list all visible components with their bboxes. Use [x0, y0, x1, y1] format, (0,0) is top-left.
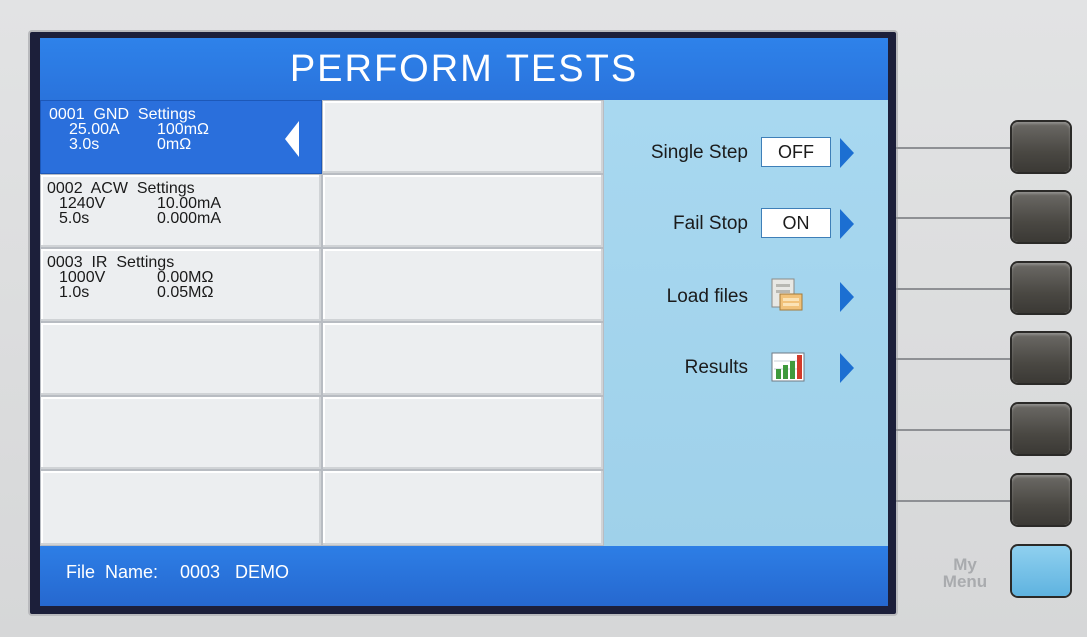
soft-key-3-button[interactable]: [1012, 263, 1070, 313]
soft-key-4-button[interactable]: [1012, 333, 1070, 383]
soft-key-guide-line: [896, 147, 1014, 149]
fail-stop-value: ON: [761, 208, 831, 238]
selection-arrow-icon: [285, 121, 299, 157]
soft-key-guide-line: [896, 500, 1014, 502]
fail-stop-label: Fail Stop: [673, 213, 748, 234]
my-menu-label-line-2: Menu: [942, 572, 988, 591]
step-value-offset: 0.000mA: [157, 210, 222, 227]
step-value-offset: 0mΩ: [157, 136, 192, 153]
step-cell-0001[interactable]: 0001 GND Settings 25.00A 100mΩ 3.0s 0mΩ: [40, 100, 322, 174]
single-step-option[interactable]: Single Step OFF: [604, 130, 888, 180]
soft-key-2-button[interactable]: [1012, 192, 1070, 242]
step-cell-empty[interactable]: [40, 396, 322, 470]
soft-key-1-button[interactable]: [1012, 122, 1070, 172]
step-value-time: 1.0s: [59, 284, 90, 301]
my-menu-label: My Menu: [935, 556, 995, 590]
step-value-offset: 0.05MΩ: [157, 284, 214, 301]
my-menu-label-line-1: My: [953, 555, 977, 574]
load-files-arrow-icon: [840, 282, 854, 312]
file-cabinet-icon: [768, 276, 808, 316]
fail-stop-arrow-icon: [840, 209, 854, 239]
step-value-time: 3.0s: [69, 136, 100, 153]
soft-key-guide-line: [896, 429, 1014, 431]
step-cell-empty[interactable]: [322, 100, 604, 174]
single-step-label: Single Step: [650, 142, 748, 163]
soft-key-guide-line: [896, 358, 1014, 360]
step-cell-empty[interactable]: [322, 322, 604, 396]
step-cell-empty[interactable]: [40, 470, 322, 546]
load-files-option[interactable]: Load files: [604, 274, 888, 324]
display-screen: PERFORM TESTS 0001 GND Settings 25.00A 1…: [40, 38, 888, 606]
single-step-value: OFF: [761, 137, 831, 167]
my-menu-button[interactable]: [1012, 546, 1070, 596]
results-arrow-icon: [840, 353, 854, 383]
bar-chart-icon: [768, 347, 808, 387]
file-name-label: File Name:: [66, 562, 159, 582]
results-label: Results: [684, 357, 748, 378]
soft-key-menu: Single Step OFF Fail Stop ON Load files: [604, 100, 888, 546]
file-name-value: 0003 DEMO: [180, 562, 290, 582]
step-cell-0002[interactable]: 0002 ACW Settings 1240V 10.00mA 5.0s 0.0…: [40, 174, 322, 248]
results-option[interactable]: Results: [604, 345, 888, 395]
status-bar: File Name: 0003 DEMO: [40, 546, 888, 606]
page-title: PERFORM TESTS: [40, 38, 888, 100]
fail-stop-option[interactable]: Fail Stop ON: [604, 201, 888, 251]
step-cell-empty[interactable]: [322, 174, 604, 248]
soft-key-guide-line: [896, 217, 1014, 219]
single-step-arrow-icon: [840, 138, 854, 168]
step-value-time: 5.0s: [59, 210, 90, 227]
step-cell-empty[interactable]: [322, 396, 604, 470]
soft-key-guide-line: [896, 288, 1014, 290]
step-cell-0003[interactable]: 0003 IR Settings 1000V 0.00MΩ 1.0s 0.05M…: [40, 248, 322, 322]
step-cell-empty[interactable]: [322, 470, 604, 546]
step-cell-empty[interactable]: [322, 248, 604, 322]
soft-key-6-button[interactable]: [1012, 475, 1070, 525]
step-cell-empty[interactable]: [40, 322, 322, 396]
soft-key-5-button[interactable]: [1012, 404, 1070, 454]
load-files-label: Load files: [666, 286, 748, 307]
test-steps-grid: 0001 GND Settings 25.00A 100mΩ 3.0s 0mΩ …: [40, 100, 604, 546]
